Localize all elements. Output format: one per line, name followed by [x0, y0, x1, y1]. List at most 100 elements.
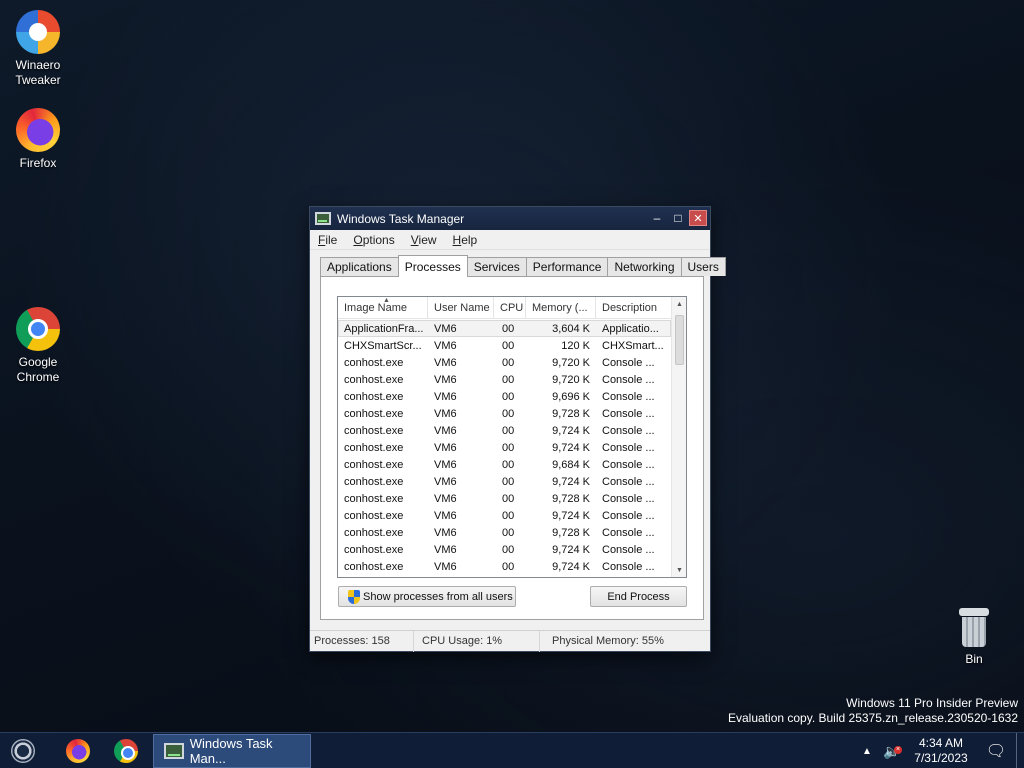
cell-user-name: VM6 [434, 424, 457, 437]
desktop-icon-google-chrome[interactable]: Google Chrome [0, 307, 76, 385]
cell-image-name: CHXSmartScr... [344, 339, 422, 352]
cell-image-name: conhost.exe [344, 390, 404, 403]
column-header-image-name[interactable]: ▲ Image Name [338, 297, 428, 319]
tab-services[interactable]: Services [466, 257, 527, 276]
tab-users[interactable]: Users [680, 257, 726, 276]
show-hidden-icons-icon[interactable]: ▲ [856, 746, 878, 757]
desktop-icon-label: Bin [965, 652, 983, 666]
table-row[interactable]: conhost.exe VM6 00 9,724 K Console ... [338, 422, 671, 439]
menu-options[interactable]: Options [345, 233, 402, 247]
firefox-icon [66, 739, 90, 763]
scroll-thumb[interactable] [675, 315, 684, 365]
cell-cpu: 00 [502, 407, 515, 420]
title-bar[interactable]: Windows Task Manager – □ ✕ [310, 207, 710, 230]
cell-description: Console ... [602, 407, 655, 420]
tab-applications[interactable]: Applications [320, 257, 399, 276]
menu-file[interactable]: File [310, 233, 345, 247]
list-header: ▲ Image Name User Name CPU Memory (... D… [338, 297, 671, 319]
cell-cpu: 00 [502, 441, 515, 454]
table-row[interactable]: conhost.exe VM6 00 9,720 K Console ... [338, 354, 671, 371]
cell-memory: 9,724 K [552, 475, 590, 488]
table-row[interactable]: CHXSmartScr... VM6 00 120 K CHXSmart... [338, 337, 671, 354]
column-header-cpu[interactable]: CPU [494, 297, 526, 319]
table-row[interactable]: conhost.exe VM6 00 9,724 K Console ... [338, 541, 671, 558]
table-row[interactable]: conhost.exe VM6 00 9,724 K Console ... [338, 558, 671, 575]
cell-image-name: conhost.exe [344, 373, 404, 386]
desktop-icon-label: Winaero [15, 58, 61, 72]
desktop-icon-recycle-bin[interactable]: Bin [936, 608, 1012, 667]
cell-cpu: 00 [502, 390, 515, 403]
column-header-memory[interactable]: Memory (... [526, 297, 596, 319]
chrome-icon [114, 739, 138, 763]
taskbar-task-manager[interactable]: Windows Task Man... [153, 734, 311, 768]
process-rows: ApplicationFra... VM6 00 3,604 K Applicatio.… [338, 320, 671, 575]
clock[interactable]: 4:34 AM 7/31/2023 [906, 736, 976, 766]
cell-user-name: VM6 [434, 322, 457, 335]
mute-badge-icon: × [894, 745, 902, 754]
cell-user-name: VM6 [434, 475, 457, 488]
taskbar-task-label: Windows Task Man... [189, 736, 273, 766]
process-list[interactable]: ▲ Image Name User Name CPU Memory (... D… [337, 296, 687, 578]
status-cpu-usage: CPU Usage: 1% [414, 630, 540, 652]
table-row[interactable]: conhost.exe VM6 00 9,724 K Console ... [338, 473, 671, 490]
cell-memory: 9,728 K [552, 526, 590, 539]
notification-center-icon[interactable]: 🗨 [976, 741, 1016, 761]
start-button[interactable] [4, 735, 42, 767]
watermark-line: Windows 11 Pro Insider Preview [846, 696, 1018, 710]
table-row[interactable]: conhost.exe VM6 00 9,684 K Console ... [338, 456, 671, 473]
column-header-user-name[interactable]: User Name [428, 297, 494, 319]
taskbar-firefox[interactable] [58, 735, 98, 767]
cell-description: Console ... [602, 526, 655, 539]
menu-help[interactable]: Help [445, 233, 486, 247]
cell-memory: 9,724 K [552, 509, 590, 522]
show-desktop-button[interactable] [1016, 733, 1024, 768]
scroll-down-icon[interactable]: ▼ [672, 563, 686, 577]
table-row[interactable]: conhost.exe VM6 00 9,720 K Console ... [338, 371, 671, 388]
tab-networking[interactable]: Networking [607, 257, 682, 276]
clock-date: 7/31/2023 [914, 751, 968, 765]
cell-description: Console ... [602, 475, 655, 488]
table-row[interactable]: conhost.exe VM6 00 9,728 K Console ... [338, 405, 671, 422]
menu-bar: File Options View Help [310, 230, 710, 250]
close-button[interactable]: ✕ [689, 210, 707, 226]
tab-strip: Applications Processes Services Performa… [320, 255, 726, 277]
table-row[interactable]: conhost.exe VM6 00 9,696 K Console ... [338, 388, 671, 405]
desktop-icon-winaero-tweaker[interactable]: Winaero Tweaker [0, 10, 76, 88]
table-row[interactable]: ApplicationFra... VM6 00 3,604 K Applicatio.… [338, 320, 671, 337]
maximize-button[interactable]: □ [669, 210, 687, 226]
cell-memory: 9,720 K [552, 356, 590, 369]
cell-cpu: 00 [502, 526, 515, 539]
cell-cpu: 00 [502, 492, 515, 505]
table-row[interactable]: conhost.exe VM6 00 9,728 K Console ... [338, 524, 671, 541]
tab-performance[interactable]: Performance [525, 257, 609, 276]
cell-user-name: VM6 [434, 526, 457, 539]
cell-user-name: VM6 [434, 458, 457, 471]
table-row[interactable]: conhost.exe VM6 00 9,724 K Console ... [338, 507, 671, 524]
table-row[interactable]: conhost.exe VM6 00 9,724 K Console ... [338, 439, 671, 456]
cell-description: Console ... [602, 492, 655, 505]
cell-description: Console ... [602, 373, 655, 386]
minimize-button[interactable]: – [648, 210, 666, 226]
vertical-scrollbar[interactable]: ▲ ▼ [671, 297, 686, 577]
chrome-icon [16, 307, 60, 351]
cell-user-name: VM6 [434, 356, 457, 369]
cell-image-name: conhost.exe [344, 407, 404, 420]
column-header-description[interactable]: Description [596, 297, 671, 319]
volume-muted-icon[interactable]: 🔈 × [878, 743, 906, 760]
sort-up-icon: ▲ [383, 297, 390, 304]
desktop-icon-firefox[interactable]: Firefox [0, 108, 76, 171]
end-process-button[interactable]: End Process [590, 586, 687, 607]
tab-processes[interactable]: Processes [397, 255, 468, 277]
cell-memory: 9,728 K [552, 407, 590, 420]
desktop-icon-label: Firefox [19, 156, 57, 170]
taskbar-chrome[interactable] [106, 735, 146, 767]
cell-user-name: VM6 [434, 407, 457, 420]
uac-shield-icon [347, 589, 361, 604]
cell-image-name: conhost.exe [344, 543, 404, 556]
menu-view[interactable]: View [403, 233, 445, 247]
cell-image-name: conhost.exe [344, 560, 404, 573]
scroll-up-icon[interactable]: ▲ [672, 297, 686, 311]
cell-memory: 9,724 K [552, 441, 590, 454]
table-row[interactable]: conhost.exe VM6 00 9,728 K Console ... [338, 490, 671, 507]
show-all-processes-button[interactable]: Show processes from all users [338, 586, 516, 607]
